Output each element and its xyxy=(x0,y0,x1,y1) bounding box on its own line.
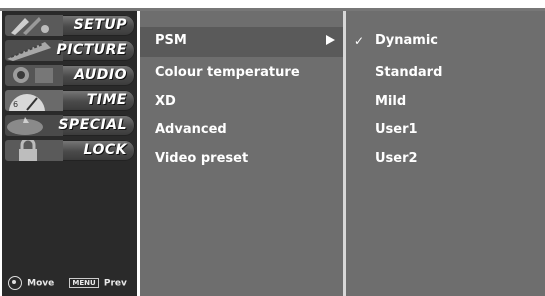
tools-icon xyxy=(5,15,63,36)
tab-label: PICTURE xyxy=(56,42,127,58)
option-user2[interactable]: User2 xyxy=(375,151,418,166)
option-user1[interactable]: User1 xyxy=(375,122,418,137)
arrow-right-icon xyxy=(326,35,335,45)
option-mild[interactable]: Mild xyxy=(375,94,406,109)
option-standard[interactable]: Standard xyxy=(375,65,442,80)
menu-key-icon: MENU xyxy=(69,278,99,288)
tab-label: SETUP xyxy=(73,17,127,33)
main-menu-sidebar: SETUP PICTURE AUDIO 6 TIME SPECIAL LOCK … xyxy=(2,11,137,296)
psm-options-panel: ✓ Dynamic Standard Mild User1 User2 xyxy=(346,11,545,296)
film-icon xyxy=(5,40,63,61)
prev-label: Prev xyxy=(103,278,127,289)
tab-setup[interactable]: SETUP xyxy=(5,15,135,36)
svg-text:6: 6 xyxy=(13,100,18,109)
tab-lock[interactable]: LOCK xyxy=(5,140,135,161)
picture-submenu: PSM Colour temperature XD Advanced Video… xyxy=(140,11,343,296)
tab-picture[interactable]: PICTURE xyxy=(5,40,135,61)
submenu-item-video-preset[interactable]: Video preset xyxy=(155,151,248,166)
tv-osd-screen: SETUP PICTURE AUDIO 6 TIME SPECIAL LOCK … xyxy=(0,0,545,296)
submenu-item-xd[interactable]: XD xyxy=(155,94,176,109)
navigation-hint: Move MENU Prev xyxy=(8,276,127,290)
tab-label: TIME xyxy=(86,92,127,108)
submenu-item-advanced[interactable]: Advanced xyxy=(155,122,227,137)
speaker-icon xyxy=(5,65,63,86)
submenu-item-psm[interactable]: PSM xyxy=(155,33,187,48)
tab-label: AUDIO xyxy=(74,67,127,83)
lock-icon xyxy=(5,140,63,161)
tab-time[interactable]: 6 TIME xyxy=(5,90,135,111)
navigation-pad-icon xyxy=(8,276,22,290)
clock-icon: 6 xyxy=(5,90,63,111)
tab-audio[interactable]: AUDIO xyxy=(5,65,135,86)
tab-special[interactable]: SPECIAL xyxy=(5,115,135,136)
check-icon: ✓ xyxy=(354,34,365,48)
option-dynamic[interactable]: Dynamic xyxy=(375,33,438,48)
tab-label: SPECIAL xyxy=(58,117,127,133)
submenu-item-colour-temperature[interactable]: Colour temperature xyxy=(155,65,300,80)
special-icon xyxy=(5,115,63,136)
tab-label: LOCK xyxy=(83,142,127,158)
move-label: Move xyxy=(27,278,55,289)
